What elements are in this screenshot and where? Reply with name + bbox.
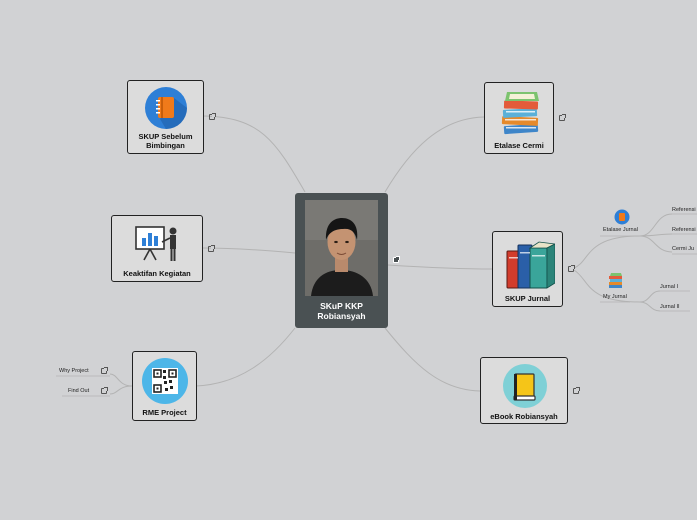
topic-rme-project[interactable]: RME Project: [132, 351, 197, 421]
connector-ref1: [639, 213, 673, 237]
connector-rme: [195, 327, 296, 387]
topic-label: SKUP Sebelum Bimbingan: [138, 132, 193, 150]
connector-jurnal-etalase: [573, 235, 641, 269]
subtopic-etalase-jurnal[interactable]: Etalase Jurnal: [603, 227, 638, 233]
central-link-icon[interactable]: [393, 256, 400, 263]
topic-etalase-cermi[interactable]: Etalase Cermi: [484, 82, 554, 154]
subtopic-referensi-2[interactable]: Referensi: [672, 227, 696, 233]
topic-skup-jurnal[interactable]: SKUP Jurnal: [492, 231, 563, 307]
connector-j2: [639, 301, 661, 312]
topic-skup-sebelum-bimbingan[interactable]: SKUP Sebelum Bimbingan: [127, 80, 204, 154]
connector-kegiatan: [202, 247, 296, 254]
link-icon[interactable]: [209, 113, 216, 120]
notebook-icon: [144, 86, 188, 135]
topic-label: SKUP Jurnal: [504, 294, 551, 303]
link-icon[interactable]: [101, 367, 108, 374]
subtopic-find-out[interactable]: Find Out: [68, 388, 89, 394]
connector-find: [109, 385, 133, 395]
connector-why: [109, 373, 133, 387]
subtopic-why-project[interactable]: Why Project: [59, 368, 89, 374]
qr-code-icon: [141, 357, 189, 410]
central-topic-label: SKuP KKP Robiansyah: [317, 301, 366, 321]
connector-ebook: [384, 327, 481, 392]
profile-photo: [305, 200, 378, 296]
link-icon[interactable]: [573, 387, 580, 394]
book-stack-icon: [495, 87, 545, 142]
connector-sebelum: [202, 115, 306, 193]
topic-label: Keaktifan Kegiatan: [123, 269, 191, 278]
link-icon[interactable]: [101, 387, 108, 394]
topic-ebook-robiansyah[interactable]: eBook Robiansyah: [480, 357, 568, 424]
subtopic-referensi-1[interactable]: Referensi: [672, 207, 696, 213]
presentation-icon: [134, 224, 182, 269]
connector-j1: [639, 290, 661, 303]
subtopic-jurnal-2[interactable]: Jurnal II: [660, 304, 680, 310]
topic-label: Etalase Cermi: [494, 141, 544, 150]
topic-label: eBook Robiansyah: [490, 412, 558, 421]
connector-jurnal: [387, 264, 493, 270]
subtopic-jurnal-1[interactable]: Jurnal I: [660, 284, 678, 290]
subtopic-cermi-jurnal[interactable]: Cermi Ju: [672, 246, 694, 252]
topic-label: RME Project: [142, 408, 187, 417]
link-icon[interactable]: [568, 265, 575, 272]
my-jurnal-icon: [607, 272, 625, 295]
books-icon: [501, 237, 557, 296]
connector-etalase: [384, 116, 485, 193]
topic-keaktifan-kegiatan[interactable]: Keaktifan Kegiatan: [111, 215, 203, 282]
link-icon[interactable]: [208, 245, 215, 252]
central-topic[interactable]: SKuP KKP Robiansyah: [295, 193, 388, 328]
connector-cermi: [639, 235, 673, 253]
link-icon[interactable]: [559, 114, 566, 121]
book-icon: [501, 363, 549, 414]
subtopic-my-jurnal[interactable]: My Jurnal: [603, 294, 627, 300]
